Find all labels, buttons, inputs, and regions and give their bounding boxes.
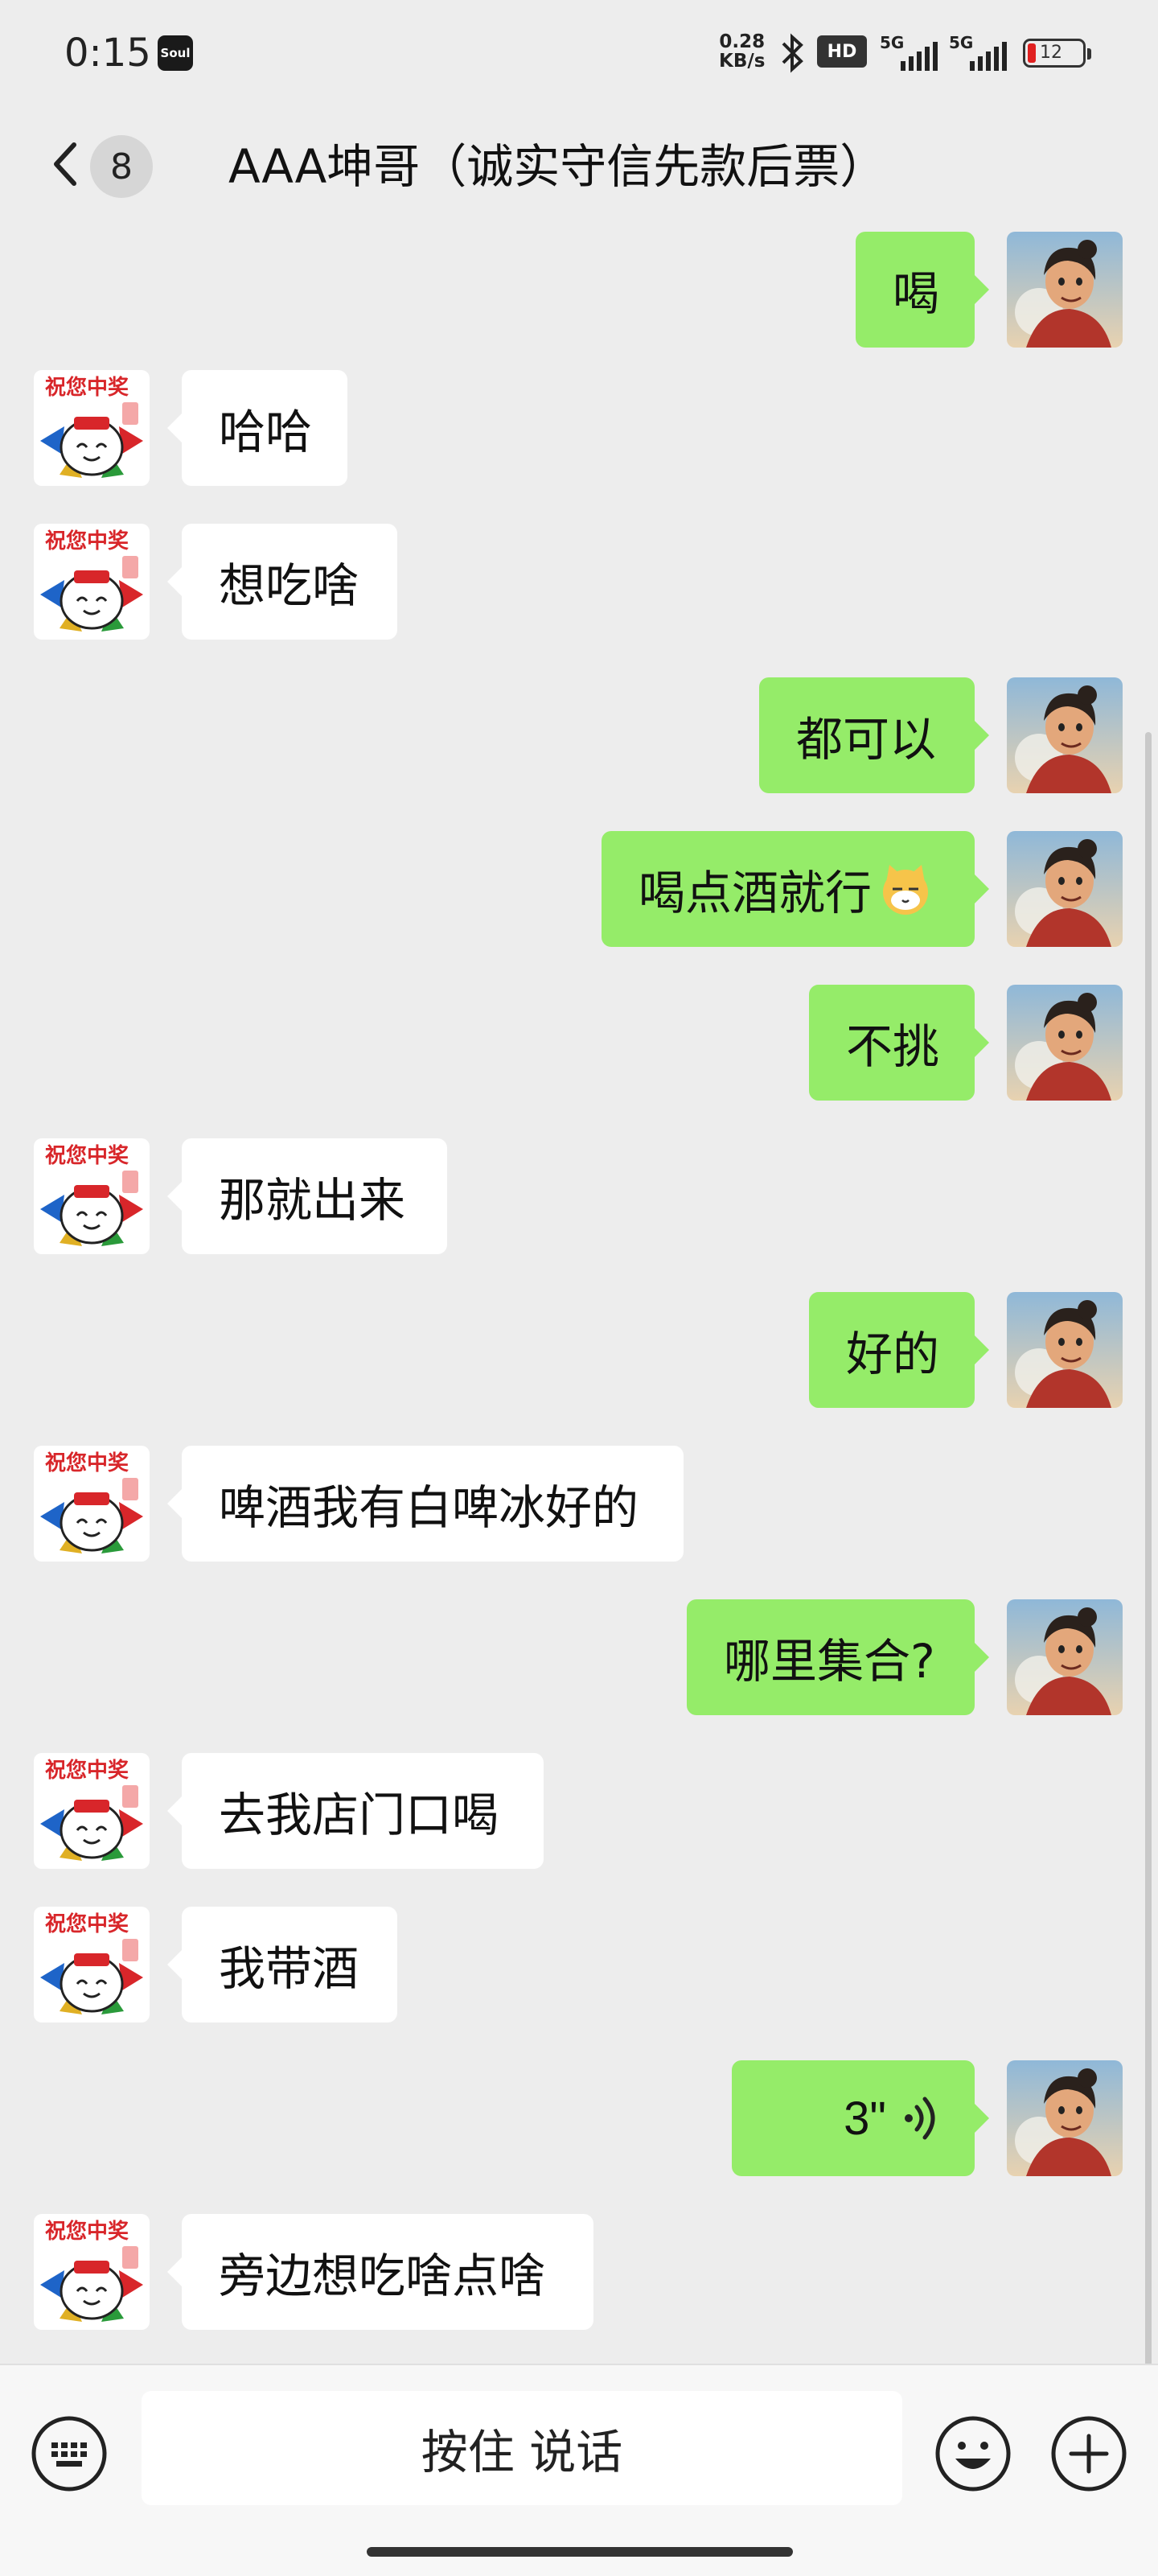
unread-count-badge[interactable]: 8: [90, 135, 153, 198]
my-avatar[interactable]: [1007, 1292, 1123, 1408]
contact-avatar[interactable]: 祝您中奖: [34, 1907, 150, 2023]
message-list[interactable]: 喝 祝您中奖 哈哈 祝您中奖 想吃啥 都可以 喝点酒就行 不挑 祝您中奖 那就出…: [0, 225, 1158, 2365]
hd-voice-icon: HD: [817, 35, 867, 68]
contact-avatar[interactable]: 祝您中奖: [34, 1446, 150, 1562]
received-message-bubble[interactable]: 我带酒: [167, 1907, 397, 2023]
svg-text:祝您中奖: 祝您中奖: [45, 375, 129, 400]
my-avatar[interactable]: [1007, 985, 1123, 1101]
contact-avatar[interactable]: 祝您中奖: [34, 2214, 150, 2330]
received-message-bubble[interactable]: 啤酒我有白啤冰好的: [167, 1446, 684, 1562]
svg-text:5G: 5G: [949, 33, 973, 52]
message-text: 哪里集合?: [724, 1634, 935, 1689]
chat-title[interactable]: AAA坤哥（诚实守信先款后票）: [228, 135, 886, 198]
message-text: 那就出来: [219, 1173, 406, 1228]
emoji-icon[interactable]: [933, 2413, 1013, 2494]
message-text: 喝: [893, 266, 940, 321]
battery-level: 12: [1040, 43, 1062, 63]
sent-message-bubble[interactable]: 哪里集合?: [687, 1599, 989, 1715]
cellular-signal-2-icon: 5G: [949, 33, 1007, 71]
soul-app-icon: Soul: [158, 35, 193, 71]
svg-text:祝您中奖: 祝您中奖: [45, 2219, 129, 2244]
sent-message-bubble[interactable]: 喝: [856, 232, 989, 348]
sent-message-bubble[interactable]: 好的: [809, 1292, 989, 1408]
message-text: 好的: [846, 1327, 940, 1381]
svg-text:祝您中奖: 祝您中奖: [45, 1143, 129, 1168]
contact-avatar[interactable]: 祝您中奖: [34, 524, 150, 640]
sent-message-bubble[interactable]: 喝点酒就行: [602, 831, 989, 947]
voice-duration: 3": [844, 2092, 886, 2145]
battery-icon: 12: [1023, 39, 1091, 68]
status-time: 0:15: [64, 31, 151, 76]
svg-text:5G: 5G: [880, 33, 904, 52]
my-avatar[interactable]: [1007, 232, 1123, 348]
contact-avatar[interactable]: 祝您中奖: [34, 370, 150, 486]
message-text: 都可以: [796, 712, 937, 767]
sent-message-bubble[interactable]: 都可以: [759, 677, 989, 793]
received-message-bubble[interactable]: 旁边想吃啥点啥: [167, 2214, 593, 2330]
message-text: 去我店门口喝: [219, 1788, 499, 1842]
contact-avatar[interactable]: 祝您中奖: [34, 1138, 150, 1254]
my-avatar[interactable]: [1007, 1599, 1123, 1715]
sent-message-bubble[interactable]: 不挑: [809, 985, 989, 1101]
received-message-bubble[interactable]: 哈哈: [167, 370, 347, 486]
input-bar: 按住 说话: [0, 2364, 1158, 2576]
svg-text:祝您中奖: 祝您中奖: [45, 1758, 129, 1783]
message-text: 哈哈: [219, 405, 313, 459]
scrollbar[interactable]: [1145, 732, 1152, 2365]
voice-message-bubble[interactable]: 3": [732, 2060, 989, 2176]
received-message-bubble[interactable]: 那就出来: [167, 1138, 447, 1254]
message-text: 喝点酒就行: [639, 866, 873, 920]
my-avatar[interactable]: [1007, 831, 1123, 947]
message-text: 啤酒我有白啤冰好的: [219, 1480, 639, 1535]
svg-text:祝您中奖: 祝您中奖: [45, 529, 129, 553]
keyboard-toggle-icon[interactable]: [29, 2413, 109, 2494]
message-text: 我带酒: [219, 1941, 359, 1996]
received-message-bubble[interactable]: 想吃啥: [167, 524, 397, 640]
message-text: 想吃啥: [219, 558, 359, 613]
status-bar: 0:15 Soul 0.28 KB/s HD 5G 5G 12: [0, 0, 1158, 105]
cat-face-emoji-icon: [883, 865, 929, 915]
home-indicator[interactable]: [367, 2547, 793, 2557]
my-avatar[interactable]: [1007, 2060, 1123, 2176]
message-text: 不挑: [846, 1019, 940, 1074]
hold-to-talk-button[interactable]: 按住 说话: [142, 2391, 902, 2505]
received-message-bubble[interactable]: 去我店门口喝: [167, 1753, 544, 1869]
plus-more-icon[interactable]: [1049, 2413, 1129, 2494]
voice-wave-icon: [905, 2097, 935, 2140]
bluetooth-icon: [782, 33, 803, 73]
svg-text:祝您中奖: 祝您中奖: [45, 1911, 129, 1936]
contact-avatar[interactable]: 祝您中奖: [34, 1753, 150, 1869]
my-avatar[interactable]: [1007, 677, 1123, 793]
message-text: 旁边想吃啥点啥: [219, 2249, 546, 2303]
network-speed: 0.28 KB/s: [719, 31, 766, 72]
back-arrow-icon[interactable]: [45, 140, 93, 188]
cellular-signal-1-icon: 5G: [880, 33, 938, 71]
svg-text:祝您中奖: 祝您中奖: [45, 1451, 129, 1475]
